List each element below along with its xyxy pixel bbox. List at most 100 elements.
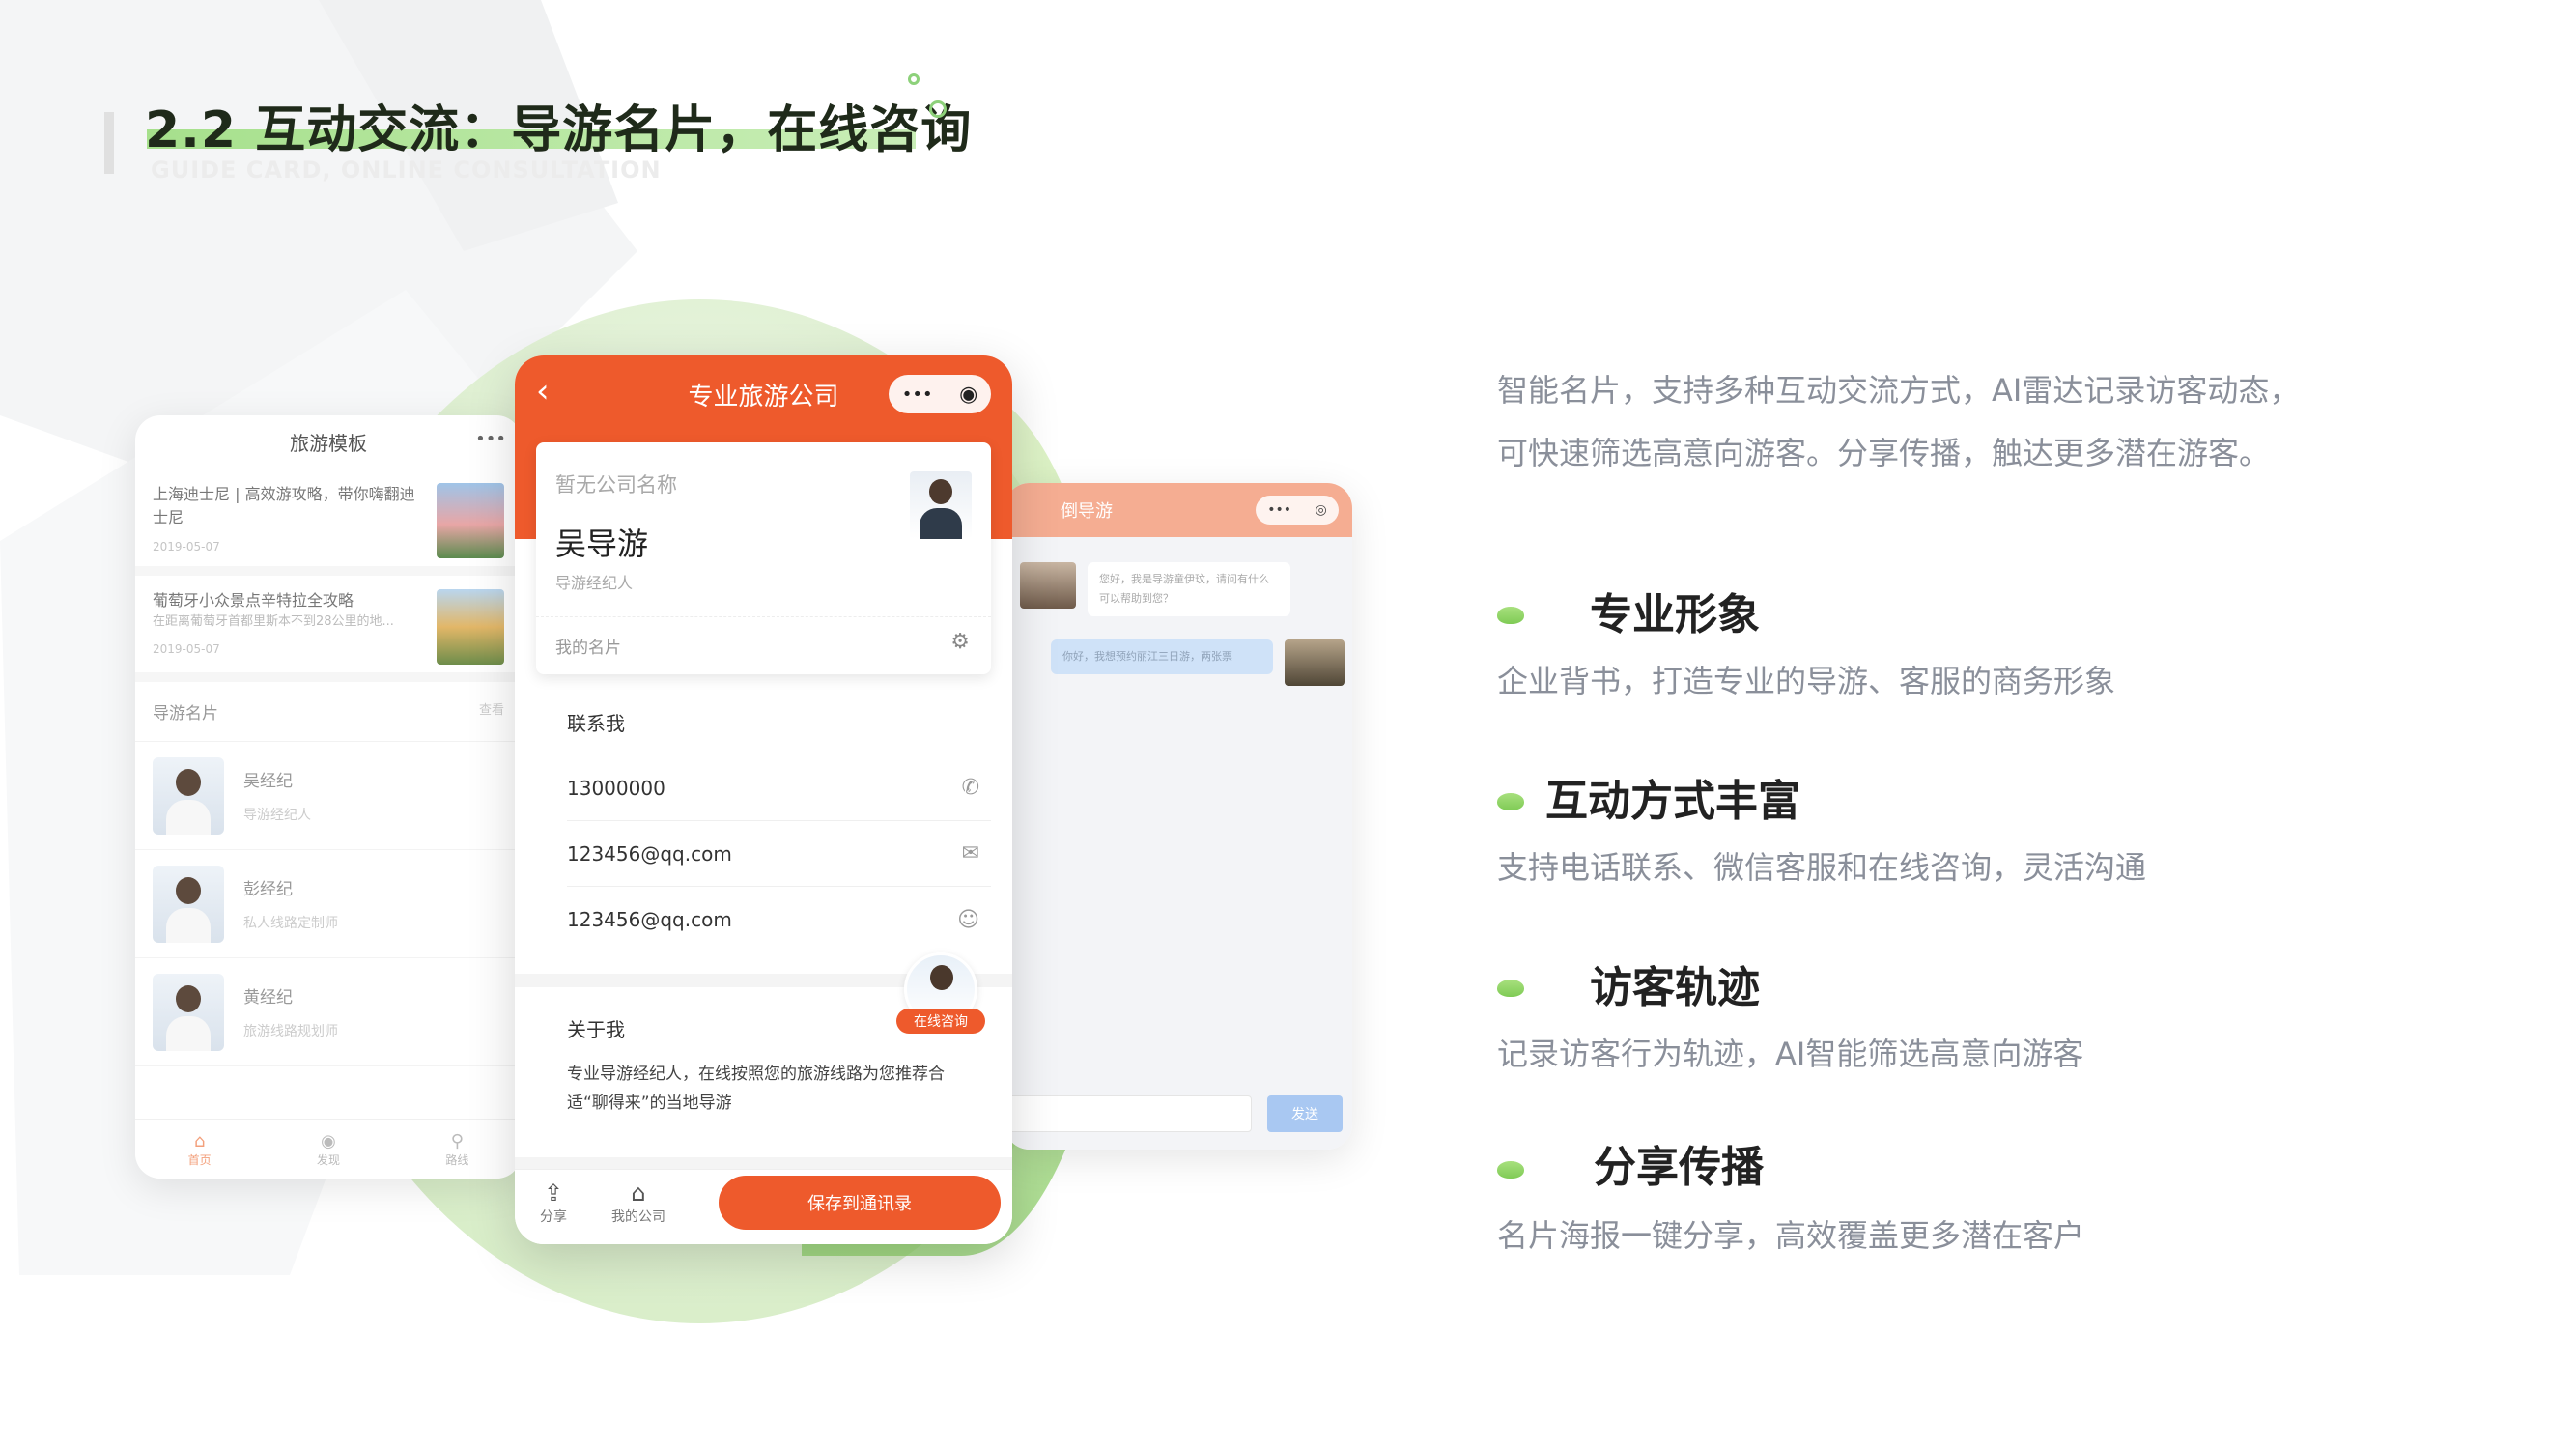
feature-title: 分享传播 — [1594, 1143, 1764, 1192]
tab-label: 发现 — [316, 1152, 340, 1167]
guide-name: 彭经纪 — [243, 880, 293, 899]
chat-body: 您好，我是导游童伊玟，请问有什么可以帮助到您？ 你好，我想预约丽江三日游，两张票… — [1005, 537, 1352, 1150]
feature-title: 访客轨迹 — [1590, 963, 1760, 1012]
phone-chat: 倒导游 ••• ◎ 您好，我是导游童伊玟，请问有什么可以帮助到您？ 你好，我想预… — [1005, 483, 1352, 1150]
avatar — [910, 471, 972, 539]
home-icon: ⌂ — [631, 1179, 646, 1207]
my-card-label: 我的名片 — [555, 639, 621, 658]
phone-number: 13000000 — [567, 776, 665, 800]
share-button[interactable]: ⇪ 分享 — [540, 1179, 567, 1226]
avatar — [1285, 639, 1345, 686]
card-divider — [536, 616, 991, 617]
intro-line: 可快速筛选高意向游客。分享传播，触达更多潜在游客。 — [1497, 435, 2271, 471]
my-company-button[interactable]: ⌂ 我的公司 — [611, 1179, 665, 1226]
page-subtitle: GUIDE CARD, ONLINE CONSULTATION — [151, 156, 662, 184]
article-summary: 在距离葡萄牙首都里斯本不到28公里的地... — [153, 614, 394, 629]
tab-label: 首页 — [187, 1152, 212, 1167]
more-dots-icon[interactable]: ••• — [475, 429, 506, 449]
guide-section-more[interactable]: 查看 — [479, 699, 504, 724]
send-button[interactable]: 发送 — [1267, 1095, 1343, 1132]
article-title: 上海迪士尼 | 高效游攻略，带你嗨翻迪士尼 — [153, 485, 415, 526]
qr-code-icon[interactable]: ⚙ — [950, 630, 970, 654]
close-target-icon[interactable]: ◉ — [959, 383, 977, 407]
guide-role: 导游经纪人 — [555, 574, 634, 592]
left-phone-header: 旅游模板 ••• — [135, 415, 522, 469]
tab-route[interactable]: ⚲ 路线 — [445, 1131, 468, 1168]
guide-name: 吴经纪 — [243, 772, 293, 791]
section-divider — [515, 1157, 1012, 1169]
email-address: 123456@qq.com — [567, 841, 732, 866]
wechat-id: 123456@qq.com — [567, 908, 732, 931]
mail-icon[interactable]: ✉ — [962, 841, 979, 866]
tab-home[interactable]: ⌂ 首页 — [188, 1131, 212, 1168]
contact-section: 联系我 13000000 ✆ 123456@qq.com ✉ 123456@qq… — [515, 689, 1012, 952]
article-thumbnail — [437, 483, 504, 558]
chat-header: 倒导游 ••• ◎ — [1005, 483, 1352, 537]
wechat-icon[interactable]: ☺ — [957, 908, 979, 932]
intro-line: 智能名片，支持多种互动交流方式，AI雷达记录访客动态， — [1497, 372, 2301, 409]
feature-desc: 记录访客行为轨迹，AI智能筛选高意向游客 — [1497, 1036, 2084, 1072]
avatar — [1020, 562, 1076, 609]
guide-section-label: 导游名片 — [153, 704, 218, 724]
chat-message-outgoing: 你好，我想预约丽江三日游，两张票 — [1051, 639, 1345, 686]
title-bar-mark — [104, 112, 114, 174]
contact-phone-row[interactable]: 13000000 ✆ — [567, 755, 991, 821]
save-to-contacts-button[interactable]: 保存到通讯录 — [719, 1176, 1001, 1230]
intro-text: 智能名片，支持多种互动交流方式，AI雷达记录访客动态， 可快速筛选高意向游客。分… — [1497, 359, 2463, 485]
guide-role: 私人线路定制师 — [243, 916, 338, 931]
feature-title: 互动方式丰富 — [1545, 777, 1800, 826]
avatar — [153, 756, 224, 835]
miniprogram-capsule[interactable]: ••• ◎ — [1256, 496, 1339, 525]
chat-bubble: 你好，我想预约丽江三日游，两张票 — [1051, 639, 1273, 674]
my-company-label: 我的公司 — [611, 1209, 665, 1225]
avatar — [153, 973, 224, 1051]
chat-title: 倒导游 — [1061, 501, 1113, 522]
about-text: 专业导游经纪人，在线按照您的旅游线路为您推荐合适“聊得来”的当地导游 — [567, 1065, 945, 1113]
article-thumbnail — [437, 589, 504, 665]
avatar — [153, 865, 224, 943]
phone-guide-card: ‹ 专业旅游公司 ••• ◉ 暂无公司名称 吴导游 导游经纪人 我的名片 ⚙ 联… — [515, 355, 1012, 1244]
left-phone-title: 旅游模板 — [290, 432, 367, 455]
left-phone-tabbar: ⌂ 首页 ◉ 发现 ⚲ 路线 — [135, 1119, 522, 1179]
contact-wechat-row[interactable]: 123456@qq.com ☺ — [567, 887, 991, 952]
leaf-bullet-icon — [1497, 1161, 1524, 1179]
feature-title: 专业形象 — [1590, 590, 1760, 639]
close-target-icon[interactable]: ◎ — [1316, 502, 1327, 518]
tab-discover[interactable]: ◉ 发现 — [317, 1131, 340, 1168]
leaf-bullet-icon — [1497, 980, 1524, 997]
list-item[interactable]: 葡萄牙小众景点辛特拉全攻略 在距离葡萄牙首都里斯本不到28公里的地... 201… — [135, 576, 522, 682]
guide-name: 黄经纪 — [243, 988, 293, 1008]
page-title: 2.2 互动交流：导游名片，在线咨询 — [145, 101, 973, 159]
article-date: 2019-05-07 — [153, 642, 220, 656]
tab-label: 路线 — [445, 1152, 469, 1167]
decorative-ring-small — [908, 73, 920, 85]
phone-icon[interactable]: ✆ — [962, 776, 979, 800]
list-item[interactable]: 上海迪士尼 | 高效游攻略，带你嗨翻迪士尼 2019-05-07 — [135, 469, 522, 576]
home-icon: ⌂ — [193, 1130, 206, 1151]
guide-list-item[interactable]: 彭经纪 私人线路定制师 — [135, 850, 522, 958]
guide-list-item[interactable]: 黄经纪 旅游线路规划师 — [135, 958, 522, 1066]
guide-list-item[interactable]: 吴经纪 导游经纪人 — [135, 742, 522, 850]
article-date: 2019-05-07 — [153, 540, 220, 554]
guide-role: 导游经纪人 — [243, 808, 311, 823]
leaf-bullet-icon — [1497, 793, 1524, 810]
feature-desc: 名片海报一键分享，高效覆盖更多潜在客户 — [1497, 1217, 2085, 1254]
share-icon: ⇪ — [543, 1179, 564, 1207]
more-dots-icon[interactable]: ••• — [1267, 502, 1291, 518]
leaf-bullet-icon — [1497, 607, 1524, 624]
chat-input[interactable] — [1005, 1095, 1252, 1132]
miniprogram-capsule[interactable]: ••• ◉ — [889, 375, 991, 413]
eye-icon: ◉ — [321, 1130, 336, 1151]
location-pin-icon: ⚲ — [450, 1130, 464, 1151]
contact-email-row[interactable]: 123456@qq.com ✉ — [567, 821, 991, 887]
more-dots-icon[interactable]: ••• — [902, 384, 933, 405]
guide-section-header: 导游名片 查看 — [135, 682, 522, 742]
about-section: 关于我 专业导游经纪人，在线按照您的旅游线路为您推荐合适“聊得来”的当地导游 — [515, 987, 1012, 1118]
chat-bubble: 您好，我是导游童伊玟，请问有什么可以帮助到您？ — [1088, 562, 1290, 616]
article-title: 葡萄牙小众景点辛特拉全攻略 — [153, 591, 354, 610]
contact-label: 联系我 — [567, 712, 625, 735]
about-label: 关于我 — [567, 1018, 625, 1041]
guide-role: 旅游线路规划师 — [243, 1024, 338, 1039]
phone-travel-template: 旅游模板 ••• 上海迪士尼 | 高效游攻略，带你嗨翻迪士尼 2019-05-0… — [135, 415, 522, 1179]
decorative-ring-large — [929, 100, 947, 118]
